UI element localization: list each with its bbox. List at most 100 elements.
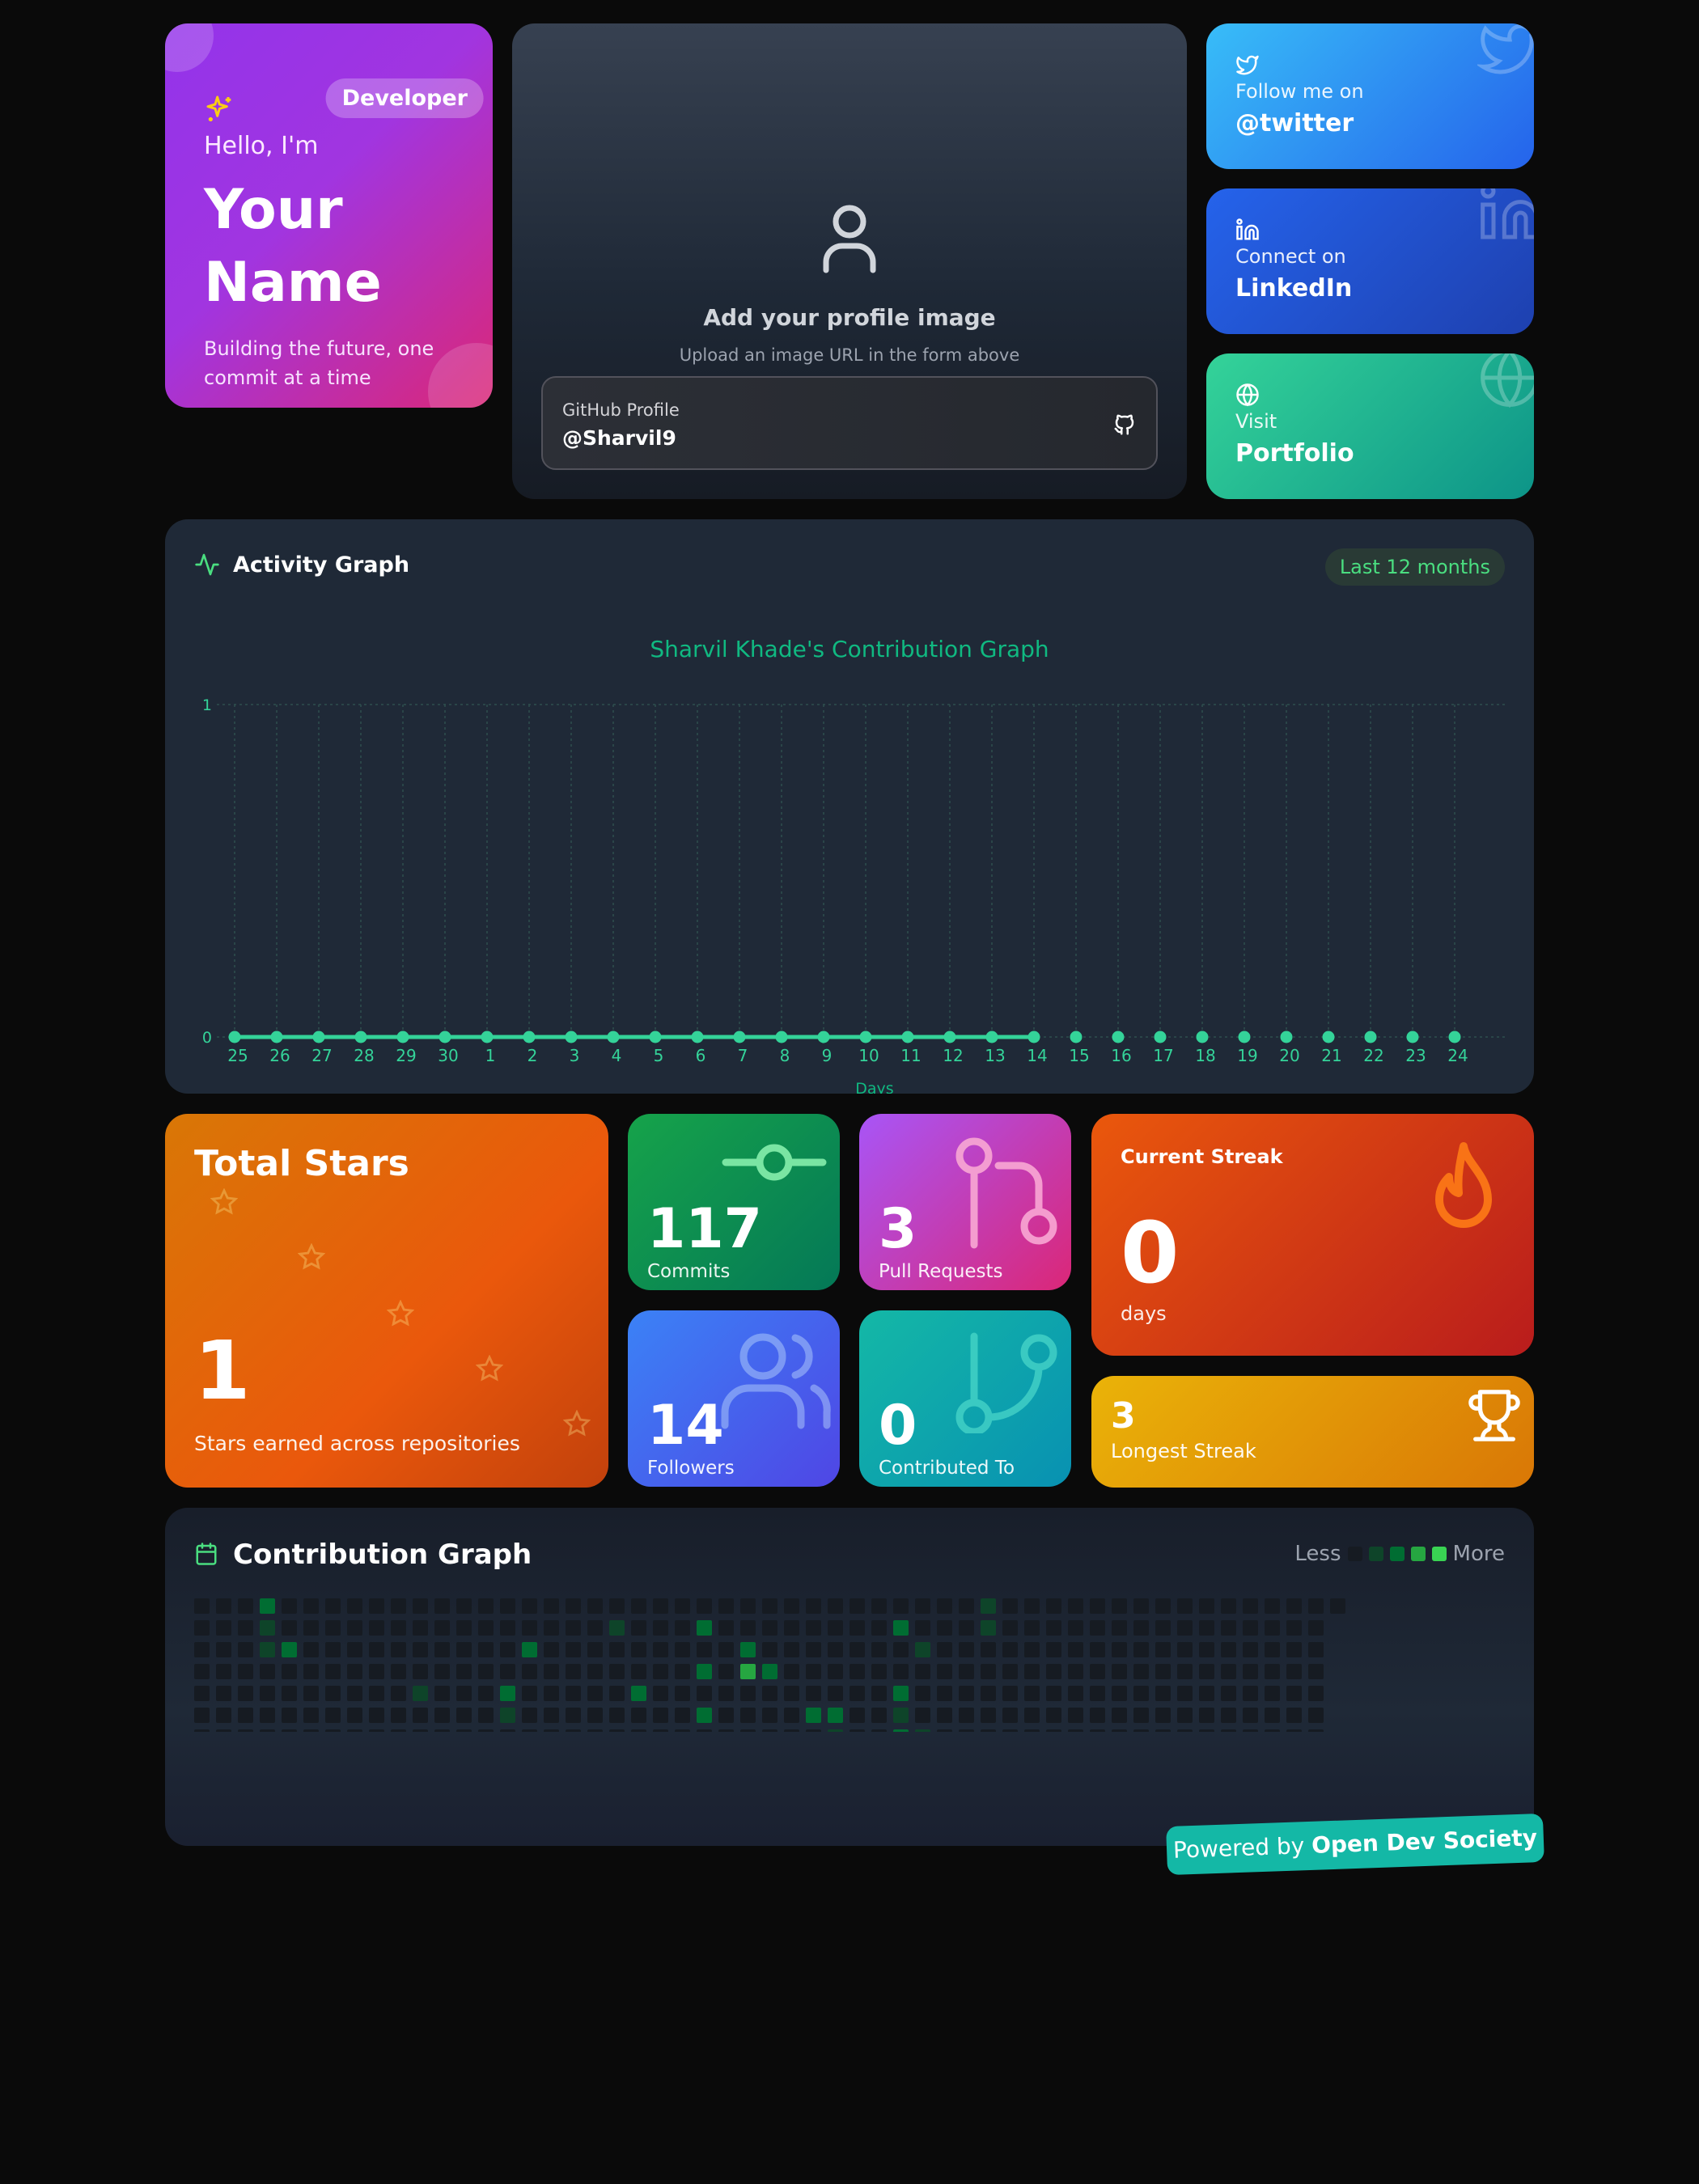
twitter-card[interactable]: Follow me on @twitter xyxy=(1206,23,1534,169)
contribution-cell xyxy=(1265,1664,1280,1679)
contribution-cell xyxy=(675,1729,690,1732)
contribution-cell xyxy=(1199,1664,1214,1679)
contribution-cell xyxy=(784,1642,799,1657)
user-icon xyxy=(823,205,876,273)
contribution-cell xyxy=(260,1708,275,1723)
contribution-cell xyxy=(1112,1598,1127,1614)
data-point xyxy=(1238,1031,1251,1043)
contribution-cell xyxy=(1155,1708,1171,1723)
contribution-cell xyxy=(915,1686,930,1701)
contribution-cell xyxy=(1133,1686,1149,1701)
contribution-cell xyxy=(1155,1664,1171,1679)
pull-requests-card: 3 Pull Requests xyxy=(859,1114,1071,1290)
contribution-cell xyxy=(697,1620,712,1636)
contribution-cell xyxy=(697,1686,712,1701)
contribution-cell xyxy=(609,1620,625,1636)
contribution-cell xyxy=(194,1598,210,1614)
followers-label: Followers xyxy=(647,1458,735,1479)
contribution-cell xyxy=(1002,1664,1018,1679)
x-tick-label: 20 xyxy=(1279,1046,1299,1065)
contribution-cell xyxy=(828,1729,843,1732)
contribution-cell xyxy=(434,1620,450,1636)
data-point xyxy=(481,1031,494,1043)
contribution-cell xyxy=(1133,1642,1149,1657)
data-point xyxy=(985,1031,998,1043)
x-axis-label: Days xyxy=(855,1080,893,1094)
portfolio-label: Portfolio xyxy=(1235,439,1354,468)
legend-less: Less xyxy=(1294,1542,1341,1566)
star-icon xyxy=(476,1355,503,1382)
longest-streak-value: 3 xyxy=(1111,1395,1136,1437)
contribution-cell xyxy=(1308,1664,1324,1679)
contribution-cell xyxy=(1221,1642,1236,1657)
contribution-cell xyxy=(1090,1729,1105,1732)
contribution-cell xyxy=(413,1686,428,1701)
contribution-cell xyxy=(784,1620,799,1636)
contribution-cell xyxy=(1177,1620,1193,1636)
contribution-cell xyxy=(282,1686,297,1701)
contribution-cell xyxy=(609,1729,625,1732)
contribution-cell xyxy=(347,1664,362,1679)
contribution-cell xyxy=(391,1686,406,1701)
contribution-cell xyxy=(325,1686,341,1701)
contribution-cell xyxy=(282,1642,297,1657)
activity-graph-card: Activity Graph Last 12 months Sharvil Kh… xyxy=(165,519,1534,1094)
contribution-cell xyxy=(1046,1708,1061,1723)
x-tick-label: 22 xyxy=(1363,1046,1383,1065)
linkedin-card[interactable]: Connect on LinkedIn xyxy=(1206,188,1534,334)
contribution-cell xyxy=(1133,1620,1149,1636)
contribution-cell xyxy=(456,1642,472,1657)
x-tick-label: 7 xyxy=(738,1046,748,1065)
contribution-cell xyxy=(282,1598,297,1614)
contribution-legend: Less More xyxy=(1294,1542,1505,1566)
current-streak-card: Current Streak 0 days xyxy=(1091,1114,1534,1356)
profile-image-card[interactable]: Add your profile image Upload an image U… xyxy=(512,23,1187,499)
contribution-cell xyxy=(391,1664,406,1679)
contribution-cell xyxy=(871,1729,887,1732)
contribution-cell xyxy=(238,1729,253,1732)
contribution-cell xyxy=(587,1729,603,1732)
contribution-cell xyxy=(260,1642,275,1657)
x-tick-label: 19 xyxy=(1237,1046,1257,1065)
data-point xyxy=(1027,1031,1040,1043)
x-tick-label: 6 xyxy=(696,1046,706,1065)
portfolio-card[interactable]: Visit Portfolio xyxy=(1206,353,1534,499)
contribution-cell xyxy=(1024,1686,1040,1701)
contribution-cell xyxy=(850,1708,865,1723)
contribution-cell xyxy=(544,1729,559,1732)
contribution-cell xyxy=(1199,1686,1214,1701)
contribution-cell xyxy=(369,1620,384,1636)
contribution-cell xyxy=(369,1708,384,1723)
contribution-cell xyxy=(478,1664,494,1679)
data-point xyxy=(775,1031,788,1043)
contribution-cell xyxy=(325,1620,341,1636)
contribution-cell xyxy=(522,1598,537,1614)
contribution-cell xyxy=(959,1708,974,1723)
contribution-cell xyxy=(871,1708,887,1723)
contribution-cell xyxy=(566,1729,581,1732)
data-point xyxy=(312,1031,325,1043)
contribution-cell xyxy=(587,1664,603,1679)
contribution-cell xyxy=(1155,1598,1171,1614)
contribution-cell xyxy=(303,1642,319,1657)
contribution-cell xyxy=(1243,1598,1258,1614)
contribution-cell xyxy=(806,1664,821,1679)
contribution-cell xyxy=(1002,1708,1018,1723)
contribution-cell xyxy=(1002,1598,1018,1614)
contribution-cell xyxy=(347,1686,362,1701)
contribution-cell xyxy=(1002,1620,1018,1636)
contribution-cell xyxy=(369,1642,384,1657)
contribution-cell xyxy=(609,1708,625,1723)
contribution-cell xyxy=(478,1598,494,1614)
contribution-cell xyxy=(1024,1642,1040,1657)
x-tick-label: 28 xyxy=(354,1046,374,1065)
github-profile-link[interactable]: GitHub Profile @Sharvil9 xyxy=(541,376,1158,470)
x-tick-label: 12 xyxy=(943,1046,963,1065)
contribution-cell xyxy=(871,1686,887,1701)
contribution-cell xyxy=(1068,1598,1083,1614)
contribution-cell xyxy=(282,1729,297,1732)
contribution-cell xyxy=(653,1664,668,1679)
contribution-cell xyxy=(1155,1729,1171,1732)
contribution-cell xyxy=(959,1664,974,1679)
data-point xyxy=(817,1031,830,1043)
